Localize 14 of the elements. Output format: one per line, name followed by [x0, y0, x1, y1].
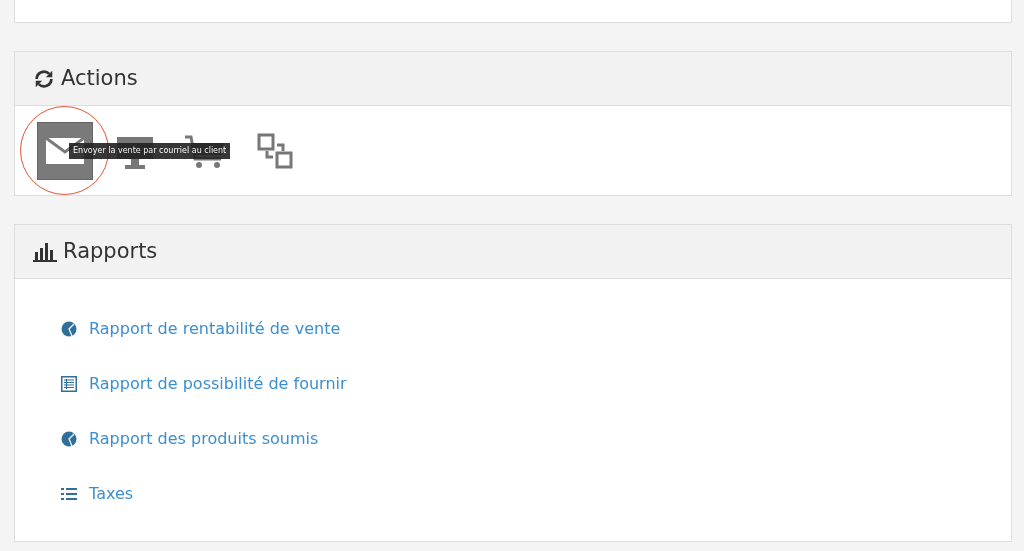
- report-link[interactable]: Rapport de possibilité de fournir: [89, 371, 347, 396]
- report-link[interactable]: Rapport des produits soumis: [89, 426, 319, 451]
- transfer-icon: [257, 132, 293, 169]
- tooltip: Envoyer la vente par courriel au client: [69, 143, 231, 159]
- panel-title: Actions: [61, 64, 138, 92]
- bar-chart-icon: [33, 241, 57, 262]
- report-link[interactable]: Taxes: [89, 481, 134, 506]
- refresh-icon: [33, 67, 55, 90]
- report-link[interactable]: Rapport de rentabilité de vente: [89, 316, 341, 341]
- pie-chart-icon: [61, 320, 77, 337]
- list-icon: [61, 486, 77, 501]
- panel-title: Rapports: [63, 237, 158, 265]
- table-icon: [61, 375, 77, 392]
- pie-chart-icon: [61, 430, 77, 447]
